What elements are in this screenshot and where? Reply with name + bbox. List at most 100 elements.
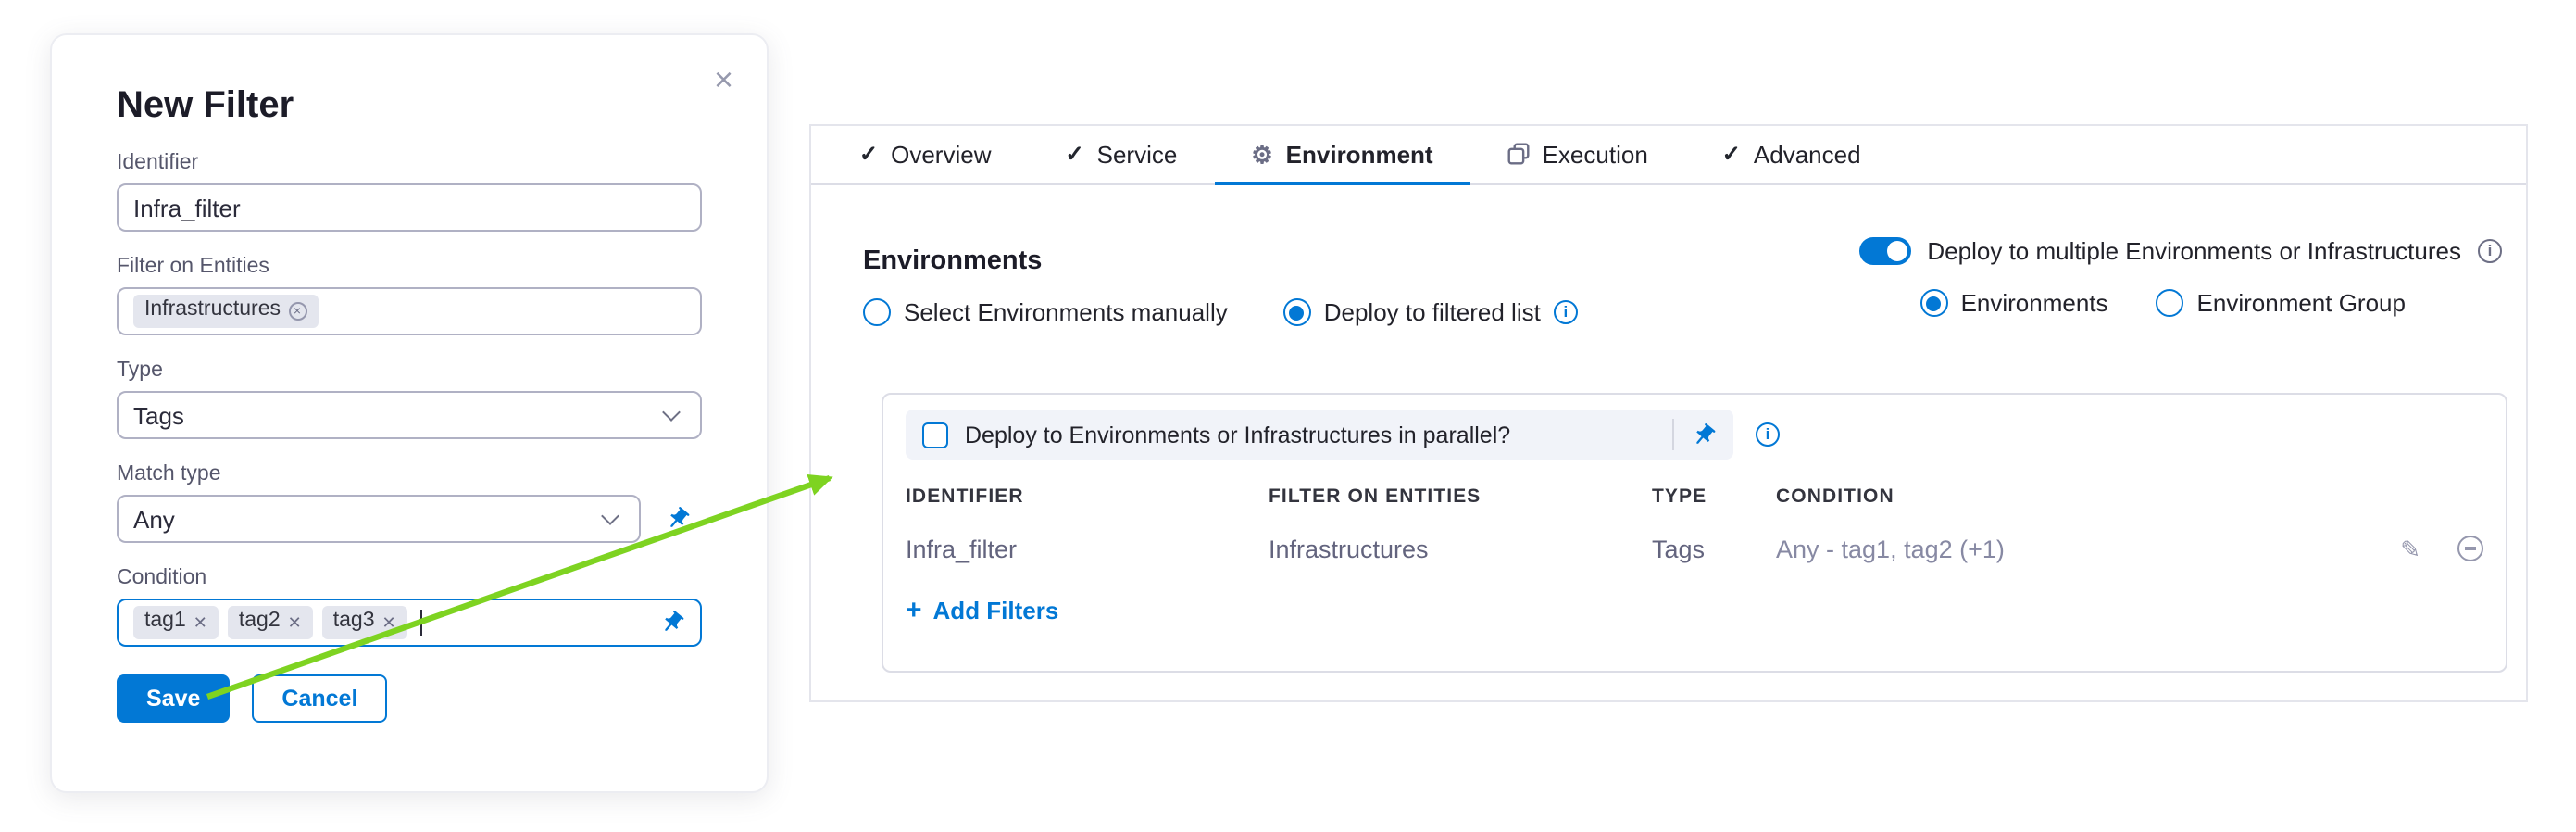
col-header-filter-on-entities: FILTER ON ENTITIES (1269, 485, 1652, 508)
tag-chip: tag3 ✕ (322, 607, 407, 639)
tag-chip: tag2 ✕ (228, 607, 313, 639)
tag-chip-label: tag1 (144, 612, 186, 634)
tab-execution[interactable]: Execution (1470, 126, 1685, 185)
stage-tabbar: ✓ Overview ✓ Service ⚙ Environment Execu… (811, 126, 2526, 185)
toggle-knob (1886, 241, 1907, 261)
match-type-label: Match type (117, 463, 702, 485)
radio-label: Environments (1961, 289, 2108, 317)
filter-on-entities-label: Filter on Entities (117, 256, 702, 278)
chevron-down-icon (662, 402, 681, 421)
filters-card: Deploy to Environments or Infrastructure… (882, 393, 2507, 673)
radio-circle-selected[interactable] (1920, 289, 1948, 317)
entity-chip-label: Infrastructures (144, 301, 281, 322)
radio-select-environments-manually[interactable]: Select Environments manually (863, 298, 1228, 326)
entity-chip: Infrastructures × (133, 296, 318, 328)
multi-env-cluster: Deploy to multiple Environments or Infra… (1858, 237, 2502, 317)
radio-label: Environment Group (2197, 289, 2406, 317)
radio-label: Select Environments manually (904, 298, 1228, 326)
identifier-value: Infra_filter (133, 194, 241, 221)
add-filters-label: Add Filters (933, 597, 1059, 624)
col-header-identifier: IDENTIFIER (906, 485, 1269, 508)
tab-overview[interactable]: ✓ Overview (822, 126, 1029, 185)
check-icon: ✓ (859, 143, 878, 165)
type-select[interactable]: Tags (117, 391, 702, 439)
tab-label: Environment (1286, 140, 1433, 168)
toggle-label: Deploy to multiple Environments or Infra… (1927, 237, 2461, 265)
remove-chip-icon[interactable]: ✕ (382, 614, 396, 631)
pin-icon[interactable] (654, 604, 690, 640)
text-cursor (420, 610, 422, 636)
condition-field: Condition tag1 ✕ tag2 ✕ tag3 ✕ (117, 567, 702, 647)
match-type-field: Match type Any (117, 463, 702, 543)
radio-circle[interactable] (2157, 289, 2184, 317)
parallel-deploy-banner: Deploy to Environments or Infrastructure… (906, 410, 1733, 460)
cell-identifier: Infra_filter (906, 535, 1269, 562)
parallel-checkbox[interactable] (922, 422, 948, 448)
divider (1672, 419, 1674, 450)
type-field: Type Tags (117, 359, 702, 439)
radio-environments[interactable]: Environments (1920, 289, 2108, 317)
info-icon[interactable]: i (2478, 239, 2502, 263)
identifier-label: Identifier (117, 152, 702, 174)
table-row: Infra_filter Infrastructures Tags Any - … (906, 526, 2483, 571)
screenshot-root: New Filter × Identifier Infra_filter Fil… (0, 0, 2576, 832)
env-target-radio-group: Environments Environment Group (1858, 289, 2406, 317)
remove-chip-icon[interactable]: ✕ (194, 614, 207, 631)
pin-icon[interactable] (659, 500, 695, 536)
execution-icon (1507, 143, 1530, 165)
tag-chip-label: tag2 (239, 612, 281, 634)
filters-table-header: IDENTIFIER FILTER ON ENTITIES TYPE CONDI… (906, 485, 2483, 508)
tab-label: Overview (891, 140, 991, 168)
tab-service[interactable]: ✓ Service (1029, 126, 1215, 185)
deploy-multiple-toggle[interactable] (1858, 237, 1910, 265)
check-icon: ✓ (1722, 143, 1741, 165)
check-icon: ✓ (1066, 143, 1084, 165)
identifier-field: Identifier Infra_filter (117, 152, 702, 232)
radio-environment-group[interactable]: Environment Group (2157, 289, 2406, 317)
cell-condition: Any - tag1, tag2 (+1) (1776, 535, 2346, 562)
tab-advanced[interactable]: ✓ Advanced (1685, 126, 1898, 185)
condition-label: Condition (117, 567, 702, 589)
tab-label: Execution (1543, 140, 1648, 168)
remove-chip-icon[interactable]: × (288, 302, 306, 321)
radio-deploy-to-filtered-list[interactable]: Deploy to filtered list i (1283, 298, 1578, 326)
remove-chip-icon[interactable]: ✕ (288, 614, 302, 631)
add-filters-button[interactable]: + Add Filters (906, 597, 1058, 624)
tab-label: Advanced (1754, 140, 1861, 168)
col-header-type: TYPE (1652, 485, 1776, 508)
info-icon[interactable]: i (1756, 422, 1780, 447)
stage-config-panel: ✓ Overview ✓ Service ⚙ Environment Execu… (809, 124, 2528, 702)
tab-label: Service (1097, 140, 1178, 168)
radio-label: Deploy to filtered list (1324, 298, 1541, 326)
environment-tab-content: Environments Select Environments manuall… (811, 185, 2526, 673)
pin-icon[interactable] (1685, 416, 1721, 452)
type-label: Type (117, 359, 702, 382)
environment-icon: ⚙ (1251, 142, 1272, 166)
remove-filter-icon[interactable] (2457, 536, 2483, 561)
cell-filter-on-entities: Infrastructures (1269, 535, 1652, 562)
plus-icon: + (906, 597, 922, 624)
col-header-condition: CONDITION (1776, 485, 2346, 508)
filter-on-entities-field: Filter on Entities Infrastructures × (117, 256, 702, 335)
chevron-down-icon (601, 506, 619, 524)
radio-circle-selected[interactable] (1283, 298, 1311, 326)
radio-circle[interactable] (863, 298, 891, 326)
tag-chip: tag1 ✕ (133, 607, 219, 639)
identifier-input[interactable]: Infra_filter (117, 183, 702, 232)
cancel-button[interactable]: Cancel (252, 674, 387, 723)
match-type-select[interactable]: Any (117, 495, 641, 543)
edit-filter-icon[interactable]: ✎ (2400, 536, 2420, 561)
save-button[interactable]: Save (117, 674, 230, 723)
cell-type: Tags (1652, 535, 1776, 562)
close-icon[interactable]: × (714, 63, 733, 96)
type-value: Tags (133, 401, 184, 429)
info-icon[interactable]: i (1554, 300, 1578, 324)
new-filter-modal: New Filter × Identifier Infra_filter Fil… (50, 33, 769, 793)
condition-input[interactable]: tag1 ✕ tag2 ✕ tag3 ✕ (117, 599, 702, 647)
filter-on-entities-input[interactable]: Infrastructures × (117, 287, 702, 335)
match-type-value: Any (133, 505, 175, 533)
modal-title: New Filter (117, 83, 702, 128)
parallel-checkbox-label: Deploy to Environments or Infrastructure… (965, 422, 1656, 448)
tab-environment[interactable]: ⚙ Environment (1214, 126, 1469, 185)
tag-chip-label: tag3 (333, 612, 375, 634)
